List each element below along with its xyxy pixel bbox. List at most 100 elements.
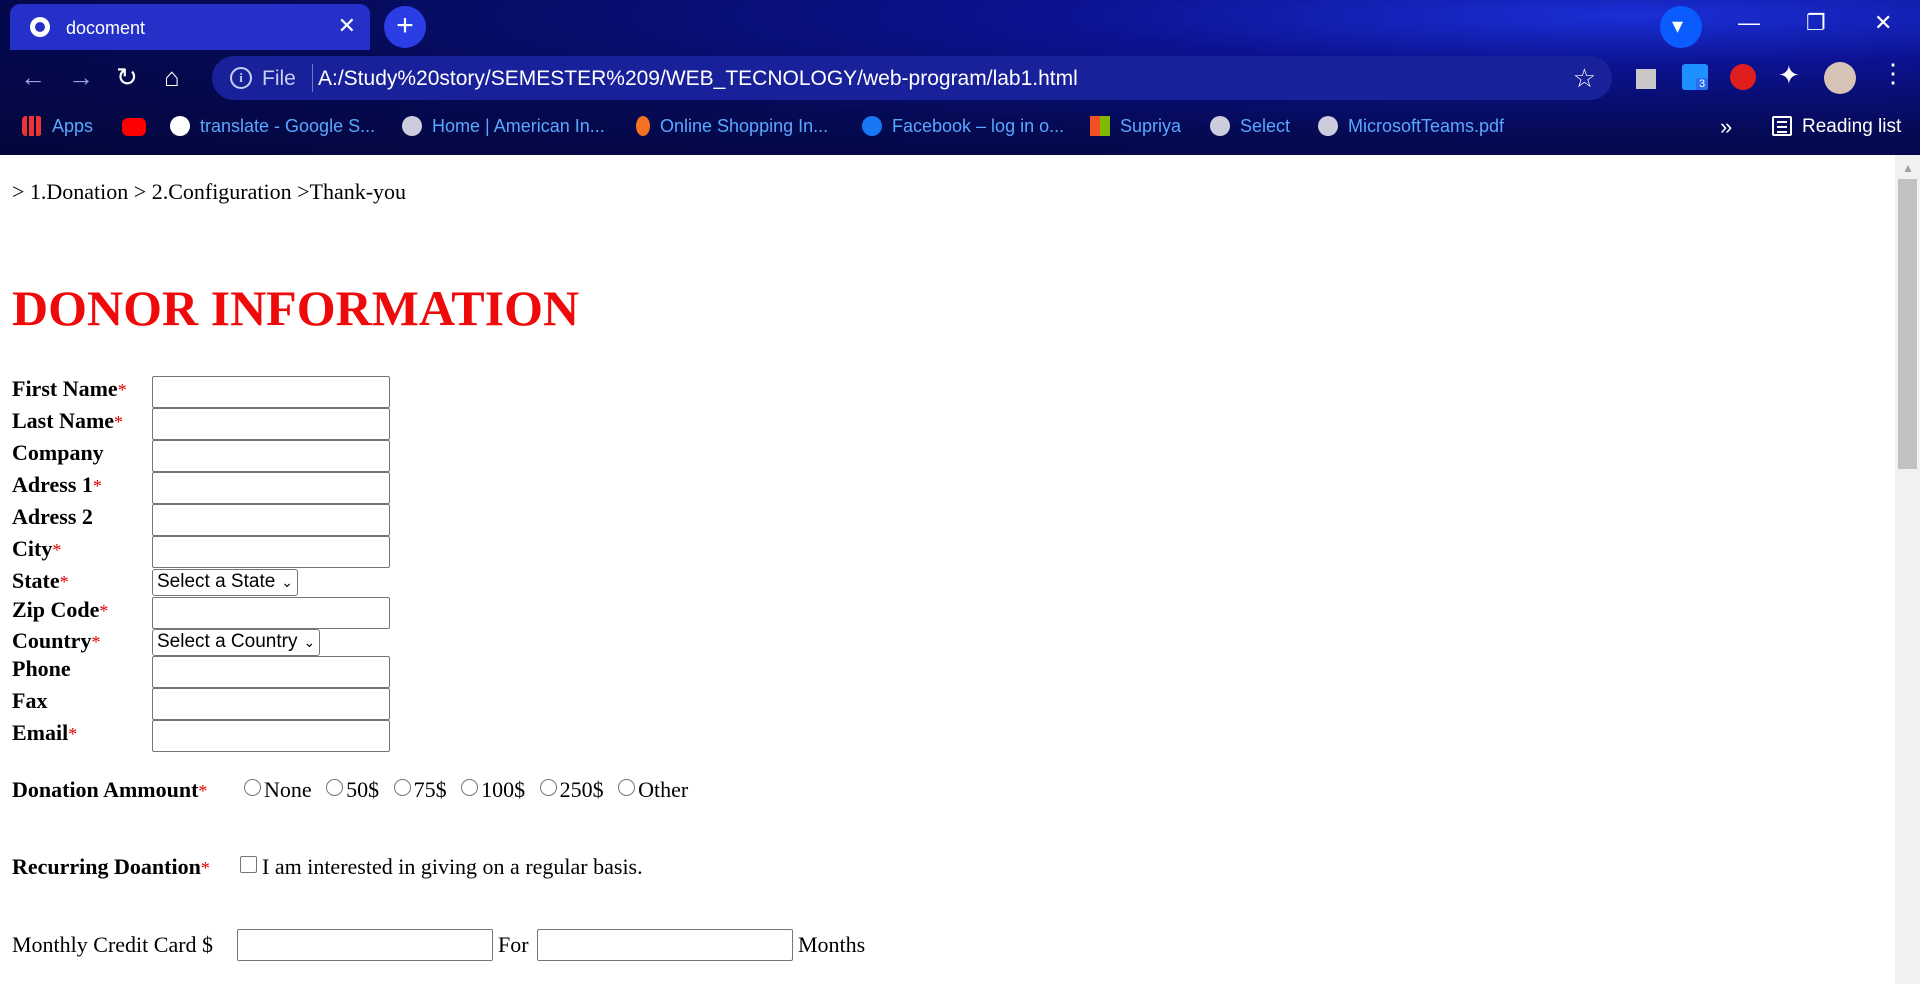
recurring-donation-option[interactable]: I am interested in giving on a regular b… xyxy=(240,854,643,880)
bookmark-label: Select xyxy=(1240,116,1291,136)
address1-label: Adress 1* xyxy=(12,472,102,497)
bookmark-translate[interactable]: translate - Google S... xyxy=(170,116,375,137)
phone-input[interactable] xyxy=(152,656,390,688)
months-input[interactable] xyxy=(537,929,793,961)
page-title: DONOR INFORMATION xyxy=(12,280,580,336)
bookmark-star-icon[interactable]: ☆ xyxy=(1573,63,1596,94)
last-name-label: Last Name* xyxy=(12,408,124,433)
youtube-icon xyxy=(122,118,146,136)
donation-amount-row: Donation Ammount* None 50$ 75$ 100$ 250$… xyxy=(12,777,772,809)
address1-input[interactable] xyxy=(152,472,390,504)
restore-icon[interactable]: ❐ xyxy=(1806,10,1826,36)
address-bar[interactable]: i File A:/Study%20story/SEMESTER%209/WEB… xyxy=(212,56,1612,100)
more-bookmarks-icon[interactable]: » xyxy=(1720,114,1732,140)
tab-strip: docoment ✕ + — ❐ ✕ xyxy=(0,0,1920,50)
radio-button[interactable] xyxy=(461,779,479,796)
company-input[interactable] xyxy=(152,440,390,472)
bookmark-label: Online Shopping In... xyxy=(660,116,829,136)
last-name-input[interactable] xyxy=(152,408,390,440)
state-select[interactable]: Select a State ⌄ xyxy=(152,569,299,596)
extensions-puzzle-icon[interactable]: ✦ xyxy=(1778,60,1800,91)
city-input[interactable] xyxy=(152,536,390,568)
recurring-checkbox[interactable] xyxy=(240,856,257,873)
bookmark-facebook[interactable]: Facebook – log in o... xyxy=(862,116,1064,137)
recurring-checkbox-label: I am interested in giving on a regular b… xyxy=(262,854,643,879)
bookmark-daraz[interactable]: Online Shopping In... xyxy=(636,116,828,137)
donation-option-50[interactable]: 50$ xyxy=(326,777,379,802)
new-tab-button[interactable]: + xyxy=(384,6,426,48)
active-tab[interactable]: docoment ✕ xyxy=(10,4,370,50)
tab-search-button[interactable] xyxy=(1660,6,1702,48)
radio-button[interactable] xyxy=(539,779,557,796)
avatar[interactable] xyxy=(1824,62,1856,94)
home-icon[interactable]: ⌂ xyxy=(164,62,180,93)
scrollbar-thumb[interactable] xyxy=(1898,179,1917,469)
info-icon[interactable]: i xyxy=(230,67,252,89)
address-divider xyxy=(312,64,313,92)
tab-title: docoment xyxy=(66,18,146,38)
radio-label: Other xyxy=(638,777,689,802)
monthly-credit-card-label: Monthly Credit Card $ xyxy=(12,932,214,957)
donation-option-none[interactable]: None xyxy=(244,777,312,802)
first-name-label: First Name* xyxy=(12,376,127,401)
city-label: City* xyxy=(12,536,62,561)
country-select[interactable]: Select a Country ⌄ xyxy=(152,629,321,656)
bookmark-label: Home | American In... xyxy=(432,116,605,136)
address-scheme-label: File xyxy=(262,67,296,90)
bookmark-supriya[interactable]: Supriya xyxy=(1090,116,1181,137)
donation-amount-label: Donation Ammount* xyxy=(12,777,208,802)
donation-option-250[interactable]: 250$ xyxy=(539,777,604,802)
radio-button[interactable] xyxy=(326,779,344,796)
zip-label: Zip Code* xyxy=(12,597,109,622)
back-icon[interactable]: ← xyxy=(20,62,46,93)
zip-input[interactable] xyxy=(152,597,390,629)
reading-list-button[interactable]: Reading list xyxy=(1772,116,1901,138)
address2-label: Adress 2 xyxy=(12,504,93,529)
breadcrumb: > 1.Donation > 2.Configuration >Thank-yo… xyxy=(12,179,407,204)
bookmark-select[interactable]: Select xyxy=(1210,116,1290,137)
menu-kebab-icon[interactable]: ⋮ xyxy=(1880,58,1906,89)
email-label: Email* xyxy=(12,720,78,745)
radio-label: 100$ xyxy=(481,777,526,802)
country-select-value: Select a Country xyxy=(157,631,298,652)
donation-option-100[interactable]: 100$ xyxy=(461,777,525,802)
radio-button[interactable] xyxy=(618,779,636,796)
bookmark-youtube[interactable] xyxy=(122,116,156,137)
donation-option-other[interactable]: Other xyxy=(618,777,688,802)
bookmark-apps[interactable]: Apps xyxy=(22,116,93,137)
bookmark-label: Apps xyxy=(52,116,94,136)
bookmarks-bar: Apps translate - Google S... Home | Amer… xyxy=(0,106,1920,155)
state-label: State* xyxy=(12,568,69,593)
bookmark-american[interactable]: Home | American In... xyxy=(402,116,605,137)
minimize-icon[interactable]: — xyxy=(1738,10,1760,36)
bookmark-label: Facebook – log in o... xyxy=(892,116,1065,136)
apps-grid-icon xyxy=(22,116,42,136)
url-text[interactable]: A:/Study%20story/SEMESTER%209/WEB_TECNOL… xyxy=(318,67,1078,91)
radio-label: 75$ xyxy=(413,777,447,802)
donation-option-75[interactable]: 75$ xyxy=(393,777,447,802)
first-name-input[interactable] xyxy=(152,376,390,408)
months-label: Months xyxy=(798,932,866,957)
email-input[interactable] xyxy=(152,720,390,752)
fax-input[interactable] xyxy=(152,688,390,720)
adblock-hand-icon[interactable] xyxy=(1730,64,1756,90)
vertical-scrollbar[interactable]: ▲ xyxy=(1895,155,1920,984)
radio-button[interactable] xyxy=(244,779,261,796)
close-tab-icon[interactable]: ✕ xyxy=(338,13,356,39)
reload-icon[interactable]: ↻ xyxy=(116,62,138,93)
monthly-amount-input[interactable] xyxy=(237,929,493,961)
shield-globe-icon xyxy=(1210,116,1230,136)
shield-globe-icon xyxy=(402,116,422,136)
shield-globe-icon xyxy=(1318,116,1338,136)
scroll-up-arrow-icon[interactable]: ▲ xyxy=(1902,161,1914,176)
forward-icon[interactable]: → xyxy=(68,62,94,93)
donation-radio-group: None 50$ 75$ 100$ 250$ Other xyxy=(244,777,697,803)
close-window-icon[interactable]: ✕ xyxy=(1874,10,1892,36)
address2-input[interactable] xyxy=(152,504,390,536)
extension-square-icon[interactable] xyxy=(1636,69,1656,89)
bookmark-teams-pdf[interactable]: MicrosoftTeams.pdf xyxy=(1318,116,1504,137)
radio-button[interactable] xyxy=(393,779,411,796)
extension-s-icon[interactable]: 3 xyxy=(1682,64,1709,90)
page-content: > 1.Donation > 2.Configuration >Thank-yo… xyxy=(0,155,1895,984)
bookmark-label: translate - Google S... xyxy=(200,116,376,136)
